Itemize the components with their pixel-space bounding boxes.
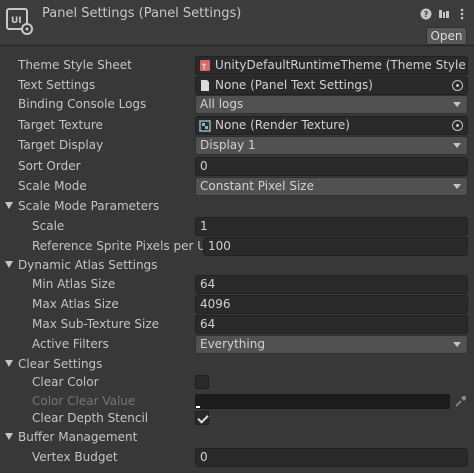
text-settings-row: Text Settings None (Panel Text Settings) bbox=[0, 76, 474, 95]
alpha-bar bbox=[196, 406, 200, 408]
theme-style-sheet-row: Theme Style Sheet † UnityDefaultRuntimeT… bbox=[0, 56, 474, 75]
chevron-down-icon bbox=[453, 143, 461, 148]
color-clear-value-swatch[interactable] bbox=[195, 394, 450, 409]
sort-order-label: Sort Order bbox=[18, 159, 81, 173]
min-atlas-size-input[interactable]: 64 bbox=[195, 275, 468, 294]
vertex-budget-label: Vertex Budget bbox=[32, 450, 118, 464]
theme-style-sheet-field[interactable]: † UnityDefaultRuntimeTheme (Theme Style … bbox=[195, 56, 468, 75]
binding-console-logs-row: Binding Console Logs All logs bbox=[0, 95, 474, 114]
active-filters-dropdown[interactable]: Everything bbox=[195, 335, 468, 354]
svg-text:?: ? bbox=[424, 10, 429, 19]
min-atlas-size-row: Min Atlas Size 64 bbox=[0, 275, 474, 294]
scale-mode-parameters-foldout[interactable]: Scale Mode Parameters bbox=[0, 197, 474, 216]
preset-icon[interactable] bbox=[438, 8, 450, 20]
scale-mode-label: Scale Mode bbox=[18, 179, 87, 193]
target-texture-row: Target Texture None (Render Texture) bbox=[0, 116, 474, 135]
object-picker-icon[interactable] bbox=[452, 120, 463, 131]
sort-order-row: Sort Order 0 bbox=[0, 157, 474, 176]
clear-depth-stencil-checkbox[interactable] bbox=[195, 411, 209, 425]
max-sub-texture-size-row: Max Sub-Texture Size 64 bbox=[0, 315, 474, 334]
document-icon bbox=[201, 80, 209, 91]
vertex-budget-input[interactable]: 0 bbox=[195, 448, 468, 467]
chevron-down-icon bbox=[453, 102, 461, 107]
scale-mode-dropdown[interactable]: Constant Pixel Size bbox=[195, 177, 468, 196]
max-atlas-size-row: Max Atlas Size 4096 bbox=[0, 295, 474, 314]
target-texture-label: Target Texture bbox=[18, 118, 103, 132]
clear-color-label: Clear Color bbox=[32, 375, 99, 389]
foldout-arrow-icon[interactable] bbox=[5, 202, 13, 209]
help-icon[interactable]: ? bbox=[420, 8, 432, 20]
scale-row: Scale 1 bbox=[0, 217, 474, 236]
text-settings-label: Text Settings bbox=[18, 78, 96, 92]
max-atlas-size-label: Max Atlas Size bbox=[32, 297, 119, 311]
clear-depth-stencil-row: Clear Depth Stencil bbox=[0, 409, 474, 428]
render-texture-icon bbox=[199, 120, 211, 132]
svg-text:UI: UI bbox=[11, 16, 22, 26]
text-settings-field[interactable]: None (Panel Text Settings) bbox=[195, 76, 468, 95]
min-atlas-size-label: Min Atlas Size bbox=[32, 277, 116, 291]
clear-color-row: Clear Color bbox=[0, 373, 474, 392]
foldout-arrow-icon[interactable] bbox=[5, 433, 13, 440]
uxml-asset-icon: UI bbox=[6, 8, 33, 35]
scale-input[interactable]: 1 bbox=[195, 217, 468, 236]
eyedropper-icon[interactable] bbox=[454, 395, 467, 408]
chevron-down-icon bbox=[453, 184, 461, 189]
max-sub-texture-size-label: Max Sub-Texture Size bbox=[32, 317, 160, 331]
svg-text:†: † bbox=[202, 62, 206, 71]
inspector-title: Panel Settings (Panel Settings) bbox=[42, 6, 242, 21]
clear-settings-foldout[interactable]: Clear Settings bbox=[0, 355, 474, 374]
color-clear-value-label: Color Clear Value bbox=[32, 394, 136, 408]
theme-style-sheet-label: Theme Style Sheet bbox=[18, 58, 132, 72]
target-display-row: Target Display Display 1 bbox=[0, 136, 474, 155]
clear-settings-label: Clear Settings bbox=[18, 357, 103, 371]
scale-mode-row: Scale Mode Constant Pixel Size bbox=[0, 177, 474, 196]
reference-sprite-ppu-input[interactable]: 100 bbox=[203, 237, 468, 256]
target-texture-field[interactable]: None (Render Texture) bbox=[195, 116, 468, 135]
scale-label: Scale bbox=[32, 219, 65, 233]
active-filters-label: Active Filters bbox=[32, 337, 109, 351]
max-atlas-size-input[interactable]: 4096 bbox=[195, 295, 468, 314]
dynamic-atlas-settings-label: Dynamic Atlas Settings bbox=[18, 258, 158, 272]
sort-order-input[interactable]: 0 bbox=[195, 157, 468, 176]
inspector-header: UI Panel Settings (Panel Settings) ? Ope… bbox=[0, 0, 474, 46]
active-filters-row: Active Filters Everything bbox=[0, 335, 474, 354]
chevron-down-icon bbox=[453, 342, 461, 347]
clear-color-checkbox[interactable] bbox=[195, 375, 209, 389]
max-sub-texture-size-input[interactable]: 64 bbox=[195, 315, 468, 334]
object-picker-icon[interactable] bbox=[452, 80, 463, 91]
target-display-label: Target Display bbox=[18, 138, 104, 152]
menu-icon[interactable] bbox=[456, 8, 468, 20]
binding-console-logs-dropdown[interactable]: All logs bbox=[195, 95, 468, 114]
dynamic-atlas-settings-foldout[interactable]: Dynamic Atlas Settings bbox=[0, 256, 474, 275]
binding-console-logs-label: Binding Console Logs bbox=[18, 97, 147, 111]
scale-mode-parameters-label: Scale Mode Parameters bbox=[18, 199, 160, 213]
open-button[interactable]: Open bbox=[426, 27, 467, 45]
reference-sprite-ppu-row: Reference Sprite Pixels per Unit 100 bbox=[0, 237, 474, 256]
clear-depth-stencil-label: Clear Depth Stencil bbox=[32, 411, 149, 425]
target-display-dropdown[interactable]: Display 1 bbox=[195, 136, 468, 155]
theme-stylesheet-icon: † bbox=[200, 60, 210, 71]
reference-sprite-ppu-label: Reference Sprite Pixels per Unit bbox=[32, 239, 222, 253]
buffer-management-label: Buffer Management bbox=[18, 430, 138, 444]
foldout-arrow-icon[interactable] bbox=[5, 261, 13, 268]
foldout-arrow-icon[interactable] bbox=[5, 360, 13, 367]
vertex-budget-row: Vertex Budget 0 bbox=[0, 448, 474, 467]
buffer-management-foldout[interactable]: Buffer Management bbox=[0, 428, 474, 447]
